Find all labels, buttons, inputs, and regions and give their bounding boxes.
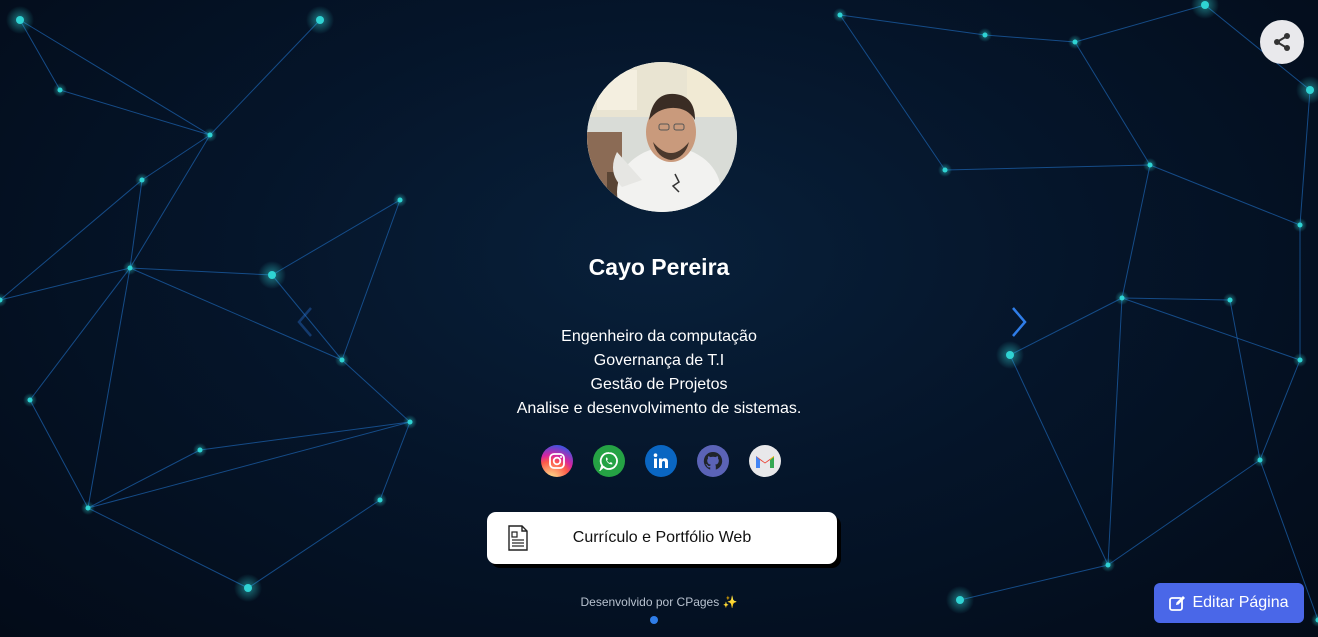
avatar	[587, 62, 737, 212]
carousel-page-indicator[interactable]	[650, 616, 658, 624]
github-icon[interactable]	[697, 445, 729, 477]
edit-page-label: Editar Página	[1192, 594, 1289, 611]
edit-icon	[1169, 595, 1186, 611]
bio-line: Analise e desenvolvimento de sistemas.	[516, 400, 802, 417]
bio-line: Governança de T.I	[593, 352, 725, 369]
profile-bio: Engenheiro da computação Governança de T…	[409, 325, 909, 421]
bio-line: Gestão de Projetos	[590, 376, 728, 393]
instagram-icon[interactable]	[541, 445, 573, 477]
edit-page-button[interactable]: Editar Página	[1154, 583, 1304, 623]
linkedin-icon[interactable]	[645, 445, 677, 477]
link-label: Currículo e Portfólio Web	[572, 529, 752, 546]
avatar-photo	[587, 62, 737, 212]
profile-card: Cayo Pereira Engenheiro da computação Go…	[0, 0, 1318, 637]
social-links	[541, 445, 781, 477]
gmail-icon[interactable]	[749, 445, 781, 477]
document-icon	[508, 525, 528, 551]
bio-line: Engenheiro da computação	[561, 328, 757, 345]
curriculum-portfolio-link[interactable]: Currículo e Portfólio Web	[487, 512, 837, 564]
whatsapp-icon[interactable]	[593, 445, 625, 477]
footer-credit: Desenvolvido por CPages ✨	[580, 595, 738, 609]
profile-name: Cayo Pereira	[588, 254, 730, 280]
